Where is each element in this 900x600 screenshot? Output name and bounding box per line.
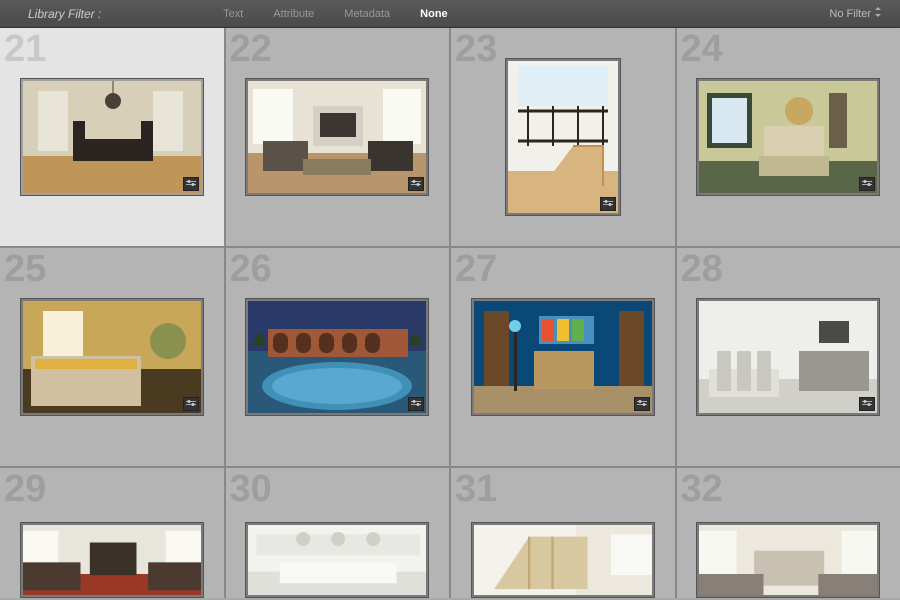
thumbnail-frame — [471, 298, 655, 416]
thumbnail-frame — [245, 298, 429, 416]
thumbnail[interactable] — [474, 301, 652, 413]
filter-tab-none[interactable]: None — [406, 5, 462, 23]
adjustments-icon — [408, 397, 424, 411]
cell-number: 22 — [230, 28, 272, 71]
adjustments-icon — [600, 197, 616, 211]
thumbnail[interactable] — [699, 525, 877, 595]
grid-cell[interactable]: 22 — [226, 28, 450, 246]
thumbnail-frame — [696, 298, 880, 416]
cell-number: 25 — [4, 248, 46, 291]
thumbnail[interactable] — [474, 525, 652, 595]
adjustments-icon — [859, 397, 875, 411]
grid-cell[interactable]: 25 — [0, 248, 224, 466]
thumbnail-frame — [696, 522, 880, 598]
thumbnail-frame — [471, 522, 655, 598]
grid-cell[interactable]: 30 — [226, 468, 450, 598]
grid-cell[interactable]: 28 — [677, 248, 900, 466]
thumbnail[interactable] — [23, 81, 201, 193]
cell-number: 29 — [4, 468, 46, 511]
thumbnail[interactable] — [508, 61, 618, 213]
cell-number: 26 — [230, 248, 272, 291]
grid-cell[interactable]: 32 — [677, 468, 900, 598]
thumbnail-frame — [20, 78, 204, 196]
grid-cell[interactable]: 21 — [0, 28, 224, 246]
adjustments-icon — [859, 177, 875, 191]
thumbnail[interactable] — [248, 301, 426, 413]
thumbnail[interactable] — [23, 525, 201, 595]
grid-cell[interactable]: 24 — [677, 28, 900, 246]
thumbnail[interactable] — [699, 301, 877, 413]
cell-number: 24 — [681, 28, 723, 71]
thumbnail-frame — [245, 522, 429, 598]
library-filter-label: Library Filter : — [28, 7, 101, 21]
adjustments-icon — [634, 397, 650, 411]
thumbnail[interactable] — [248, 81, 426, 193]
grid-cell[interactable]: 26 — [226, 248, 450, 466]
thumbnail[interactable] — [23, 301, 201, 413]
grid-cell[interactable]: 29 — [0, 468, 224, 598]
cell-number: 32 — [681, 468, 723, 511]
thumbnail-frame — [245, 78, 429, 196]
thumbnail-frame — [20, 298, 204, 416]
no-filter-dropdown[interactable]: No Filter — [829, 7, 882, 20]
adjustments-icon — [183, 397, 199, 411]
grid-cell[interactable]: 31 — [451, 468, 675, 598]
filter-tabs: Text Attribute Metadata None — [209, 5, 462, 23]
cell-number: 21 — [4, 28, 46, 71]
grid-cell[interactable]: 23 — [451, 28, 675, 246]
cell-number: 27 — [455, 248, 497, 291]
thumbnail-frame — [696, 78, 880, 196]
grid-cell[interactable]: 27 — [451, 248, 675, 466]
adjustments-icon — [183, 177, 199, 191]
filter-toolbar: Library Filter : Text Attribute Metadata… — [0, 0, 900, 28]
thumbnail[interactable] — [248, 525, 426, 595]
adjustments-icon — [408, 177, 424, 191]
cell-number: 23 — [455, 28, 497, 71]
thumbnail-frame — [20, 522, 204, 598]
dropdown-icon — [874, 7, 882, 20]
filter-tab-metadata[interactable]: Metadata — [330, 5, 404, 23]
cell-number: 30 — [230, 468, 272, 511]
filter-tab-text[interactable]: Text — [209, 5, 257, 23]
grid-view[interactable]: 21 22 — [0, 28, 900, 600]
cell-number: 28 — [681, 248, 723, 291]
no-filter-label: No Filter — [829, 8, 871, 20]
thumbnail-frame — [505, 58, 621, 216]
thumbnail[interactable] — [699, 81, 877, 193]
filter-tab-attribute[interactable]: Attribute — [259, 5, 328, 23]
cell-number: 31 — [455, 468, 497, 511]
